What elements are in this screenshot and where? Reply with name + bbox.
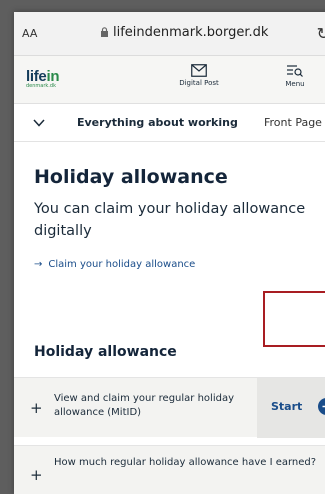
digital-post-label: Digital Post [179, 79, 219, 87]
claim-holiday-allowance-link[interactable]: → Claim your holiday allowance [34, 259, 314, 270]
text-size-button[interactable]: AA [22, 27, 37, 40]
arrow-right-icon: → [34, 259, 43, 270]
digital-post-button[interactable]: Digital Post [174, 64, 224, 87]
start-label: Start [271, 400, 303, 413]
logo-subtext: denmark.dk [26, 83, 56, 89]
highlight-box [263, 291, 325, 347]
chevron-down-icon[interactable] [32, 116, 46, 130]
page-title: Holiday allowance [34, 166, 228, 188]
menu-label: Menu [285, 80, 305, 88]
arrow-circle-right-icon [318, 398, 325, 415]
accordion-label: View and claim your regular holiday allo… [54, 393, 234, 418]
envelope-icon [191, 64, 207, 77]
lifeindenmark-logo[interactable]: lifein denmark.dk [26, 66, 60, 89]
plus-icon[interactable]: + [30, 399, 43, 417]
main-content: Holiday allowance You can claim your hol… [14, 166, 325, 270]
section-title: Holiday allowance [34, 344, 177, 360]
menu-button[interactable]: Menu [280, 64, 310, 88]
breadcrumb-current[interactable]: Everything about working [77, 116, 238, 129]
accordion-item-how-much[interactable]: + How much regular holiday allowance hav… [14, 445, 325, 494]
plus-icon[interactable]: + [30, 466, 43, 484]
lock-icon [101, 27, 108, 37]
breadcrumb: Everything about working Front Page [14, 104, 325, 142]
menu-search-icon [287, 65, 303, 77]
claim-link-label: Claim your holiday allowance [48, 259, 196, 270]
url-field[interactable]: lifeindenmark.borger.dk [100, 25, 268, 40]
browser-address-bar: AA lifeindenmark.borger.dk ↻ [14, 12, 325, 56]
accordion-label: How much regular holiday allowance have … [54, 457, 317, 468]
breadcrumb-front-page[interactable]: Front Page [264, 116, 322, 129]
reload-icon[interactable]: ↻ [317, 24, 325, 43]
site-header: lifein denmark.dk Digital Post Menu [14, 56, 325, 104]
intro-text: You can claim your holiday allowance dig… [34, 201, 306, 239]
start-button[interactable]: Start [257, 378, 325, 438]
accordion-item-view-claim[interactable]: + View and claim your regular holiday al… [14, 377, 325, 438]
phone-screen: AA lifeindenmark.borger.dk ↻ lifein denm… [14, 12, 325, 494]
url-text: lifeindenmark.borger.dk [113, 25, 269, 40]
